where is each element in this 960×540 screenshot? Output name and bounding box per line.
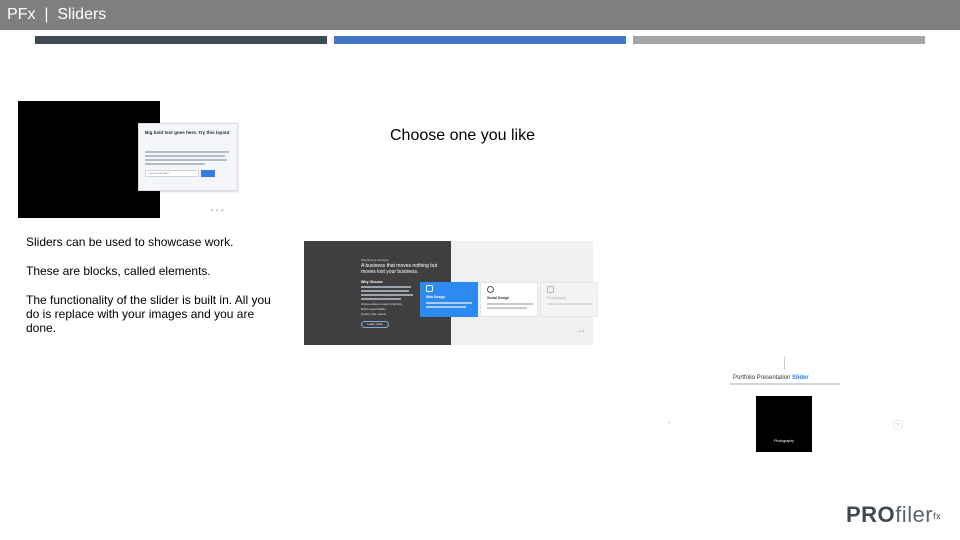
slider-3-title: Portfolio Presentation Slider [733, 375, 809, 381]
slider-2-card-text-line [426, 302, 472, 304]
slider-2-card-title: Photography [547, 296, 567, 300]
camera-icon [547, 286, 554, 293]
paragraph-elements: These are blocks, called elements. [26, 264, 211, 278]
accent-stripe-blue [334, 36, 626, 44]
slider-1-text-line [145, 151, 229, 153]
slider-2-bullet: Quality that means [361, 312, 387, 316]
slider-2-card-title: Social Design [487, 296, 510, 300]
slider-1-card-title: Big bold text goes here. Try this layout [145, 130, 230, 135]
accent-stripe-dark [35, 36, 327, 44]
globe-icon [487, 286, 494, 293]
slider-1-text-line [145, 159, 227, 161]
slider-3-title-prefix: Portfolio Presentation [733, 375, 791, 381]
slider-1-submit-button[interactable] [201, 170, 215, 177]
slider-2-card-text-line [547, 303, 593, 305]
logo-bold-part: PRO [846, 502, 896, 527]
monitor-icon [426, 285, 433, 292]
slider-1-text-line [145, 163, 205, 165]
slider-2-card-text-line [487, 307, 527, 309]
slider-2-card-web-design[interactable]: Web Design [420, 282, 478, 317]
logo-light-part: filer [895, 502, 934, 527]
paragraph-showcase: Sliders can be used to showcase work. [26, 235, 234, 249]
profiler-logo: PROfilerfx [846, 503, 941, 527]
slider-3-divider [784, 356, 785, 370]
accent-stripe-grey [633, 36, 925, 44]
slider-2-card-text-line [426, 306, 466, 308]
slider-1-pagination-dots[interactable]: • • • [211, 208, 224, 214]
slider-thumbnail-2[interactable]: Solutions & Services A business that mov… [304, 241, 598, 345]
page-title: PFx | Sliders [7, 6, 107, 23]
slider-2-text-line [361, 298, 401, 300]
top-bar: PFx | Sliders [0, 0, 960, 30]
slider-2-text-line [361, 286, 411, 288]
slider-thumbnail-3[interactable]: Photography [756, 396, 812, 452]
slider-2-text-line [361, 294, 413, 296]
slider-2-headline: A business that moves nothing but moves … [361, 263, 438, 275]
chevron-left-icon[interactable]: ‹ [668, 420, 670, 426]
slider-2-card-social-design[interactable]: Social Design [480, 282, 538, 317]
slider-2-pagination-dots[interactable]: • • [579, 329, 584, 335]
slider-2-card-text-line [487, 303, 533, 305]
slider-2-text-line [361, 290, 409, 292]
slider-2-card-title: Web Design [426, 295, 446, 299]
slider-3-title-accent: Slider [792, 375, 809, 381]
slider-3-caption: Photography [774, 439, 794, 443]
chevron-right-icon[interactable]: › [893, 420, 903, 430]
slider-2-bullet: Unique about modern inspiring [361, 302, 402, 306]
slider-2-bullet: Build responsibility [361, 307, 386, 311]
slider-2-kicker: Solutions & Services [361, 258, 389, 262]
logo-superscript: fx [933, 511, 942, 521]
choose-heading: Choose one you like [390, 127, 535, 144]
slider-1-email-input[interactable]: Your email here [145, 170, 199, 177]
slider-2-subhead: Why Choose [361, 280, 383, 284]
slider-1-text-line [145, 155, 225, 157]
slider-3-subtitle-line [730, 383, 840, 385]
paragraph-functionality: The functionality of the slider is built… [26, 293, 271, 335]
slider-1-card: Big bold text goes here. Try this layout… [138, 123, 238, 191]
slider-2-learn-more-button[interactable]: Learn more [361, 321, 389, 328]
slider-2-card-photography[interactable]: Photography [540, 282, 598, 317]
